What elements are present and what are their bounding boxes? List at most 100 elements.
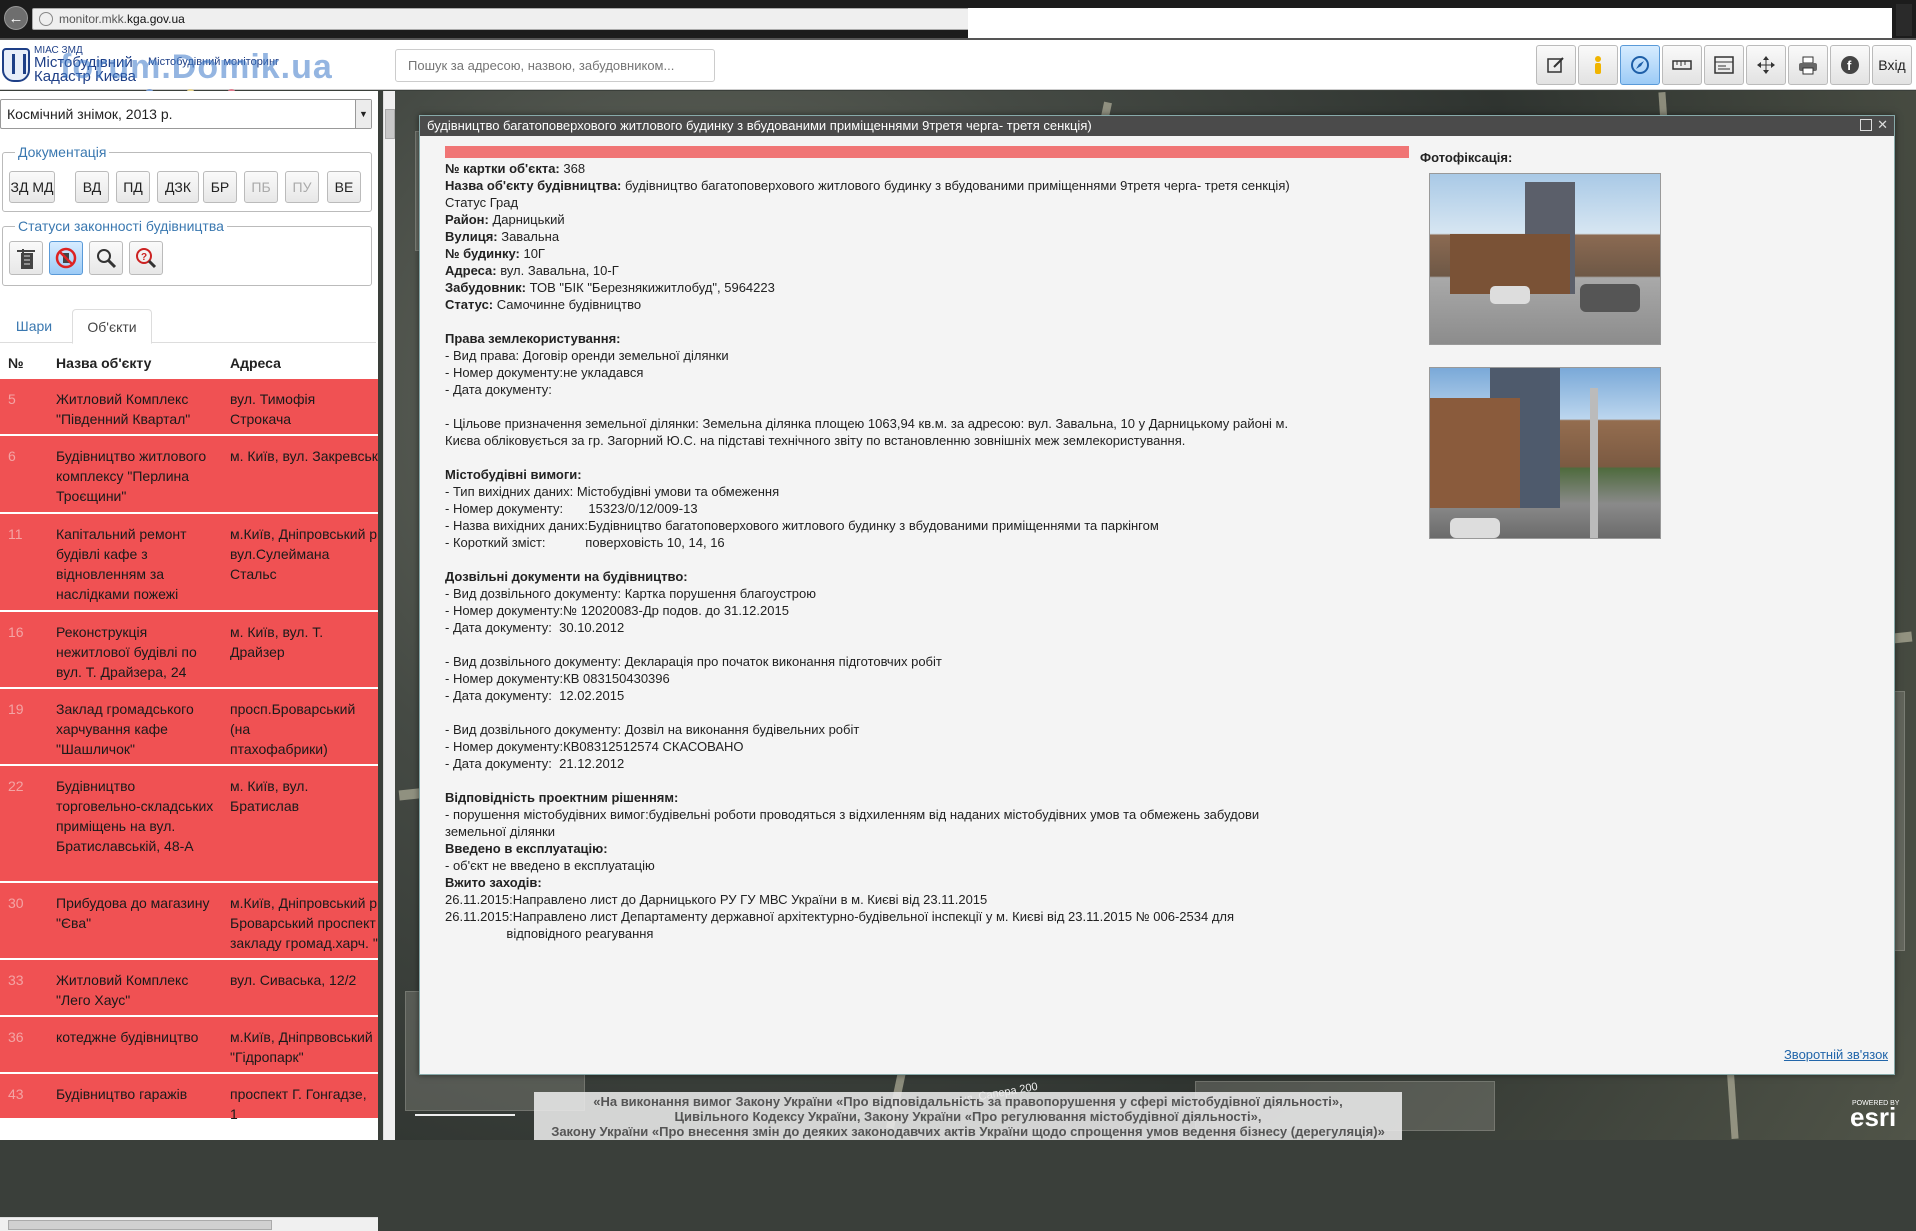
table-row[interactable]: 43 Будівництво гаражів проспект Г. Гонга…: [0, 1074, 378, 1119]
doc-button-pb[interactable]: ПБ: [244, 171, 278, 203]
detail-line: Дозвільні документи на будівництво:: [445, 568, 1435, 585]
row-name: Житловий Комплекс "Південний Квартал": [56, 391, 191, 427]
detail-value: - Вид права: Договір оренди земельної ді…: [445, 348, 729, 363]
detail-line: - об'єкт не введено в експлуатацію: [445, 857, 1435, 874]
edit-tool-button[interactable]: [1536, 45, 1576, 85]
detail-spacer: [445, 398, 1435, 415]
layers-tool-button[interactable]: [1704, 45, 1744, 85]
detail-value: - об'єкт не введено в експлуатацію: [445, 858, 655, 873]
edit-icon: [1547, 57, 1564, 73]
doc-button-br[interactable]: БР: [203, 171, 237, 203]
detail-line: Адреса: вул. Завальна, 10-Г: [445, 262, 1435, 279]
login-button[interactable]: Вхід: [1872, 45, 1912, 85]
panel-scroll-thumb[interactable]: [385, 109, 395, 139]
detail-value: - Номер документу:КВ 083150430396: [445, 671, 670, 686]
status-inspection-button[interactable]: [89, 241, 123, 275]
objects-table-header: № Назва об'єкту Адреса: [0, 347, 376, 379]
table-row[interactable]: 36 котеджне будівництво м.Київ, Дніпрвов…: [0, 1017, 378, 1073]
detail-line: - Дата документу: 21.12.2012: [445, 755, 1435, 772]
doc-button-pu[interactable]: ПУ: [285, 171, 319, 203]
detail-value: - порушення містобудівних вимог:будівель…: [445, 807, 1260, 822]
status-unknown-button[interactable]: ?: [129, 241, 163, 275]
detail-spacer: [445, 551, 1435, 568]
search-input[interactable]: [395, 49, 715, 82]
column-header-num[interactable]: №: [8, 355, 24, 371]
detail-line: - Вид дозвільного документу: Дозвіл на в…: [445, 721, 1435, 738]
move-icon: [1757, 56, 1775, 74]
column-header-name[interactable]: Назва об'єкту: [56, 355, 151, 371]
status-building-button[interactable]: [9, 241, 43, 275]
popup-title[interactable]: будівництво багатоповерхового житлового …: [420, 116, 1894, 136]
detail-label: Статус:: [445, 297, 494, 312]
detail-line: Статус Град: [445, 194, 1435, 211]
detail-label: Забудовник:: [445, 280, 527, 295]
detail-line: Введено в експлуатацію:: [445, 840, 1435, 857]
esri-logo: esri: [1850, 1102, 1897, 1132]
detail-line: Назва об'єкту будівництва: будівництво б…: [445, 177, 1435, 194]
back-icon[interactable]: ←: [4, 6, 28, 30]
restore-window-icon[interactable]: [1860, 119, 1872, 131]
horizontal-scroll-thumb[interactable]: [8, 1220, 272, 1230]
row-name: Заклад громадського харчування кафе "Шаш…: [56, 701, 194, 757]
dropdown-arrow-icon[interactable]: ▼: [355, 100, 371, 128]
measure-tool-button[interactable]: [1662, 45, 1702, 85]
detail-line: земельної ділянки: [445, 823, 1435, 840]
panel-scrollbar[interactable]: [383, 91, 395, 1140]
table-row[interactable]: 5 Житловий Комплекс "Південний Квартал" …: [0, 379, 378, 435]
documentation-title: Документація: [15, 144, 110, 160]
detail-line: - Номер документу:КВ08312512574 СКАСОВАН…: [445, 738, 1435, 755]
detail-value: Завальна: [497, 229, 560, 244]
row-address: м. Київ, вул. Т. Драйзер: [230, 624, 324, 660]
basemap-select[interactable]: Космічний знімок, 2013 р. ▼: [0, 99, 372, 129]
svg-text:f: f: [1847, 58, 1852, 73]
measure-icon: [1672, 60, 1692, 70]
table-row[interactable]: 16 Реконструкція нежитлової будівлі по в…: [0, 612, 378, 688]
facebook-button[interactable]: f: [1830, 45, 1870, 85]
tab-objects[interactable]: Об'єкти: [72, 309, 152, 344]
status-color-bar: [445, 146, 1409, 158]
detail-label: № картки об'єкта:: [445, 161, 560, 176]
detail-spacer: [445, 636, 1435, 653]
detail-value: - Вид дозвільного документу: Дозвіл на в…: [445, 722, 860, 737]
detail-line: Права землекористування:: [445, 330, 1435, 347]
doc-button-vd[interactable]: ВД: [75, 171, 109, 203]
table-row[interactable]: 22 Будівництво торговельно-складських пр…: [0, 766, 378, 882]
move-tool-button[interactable]: [1746, 45, 1786, 85]
close-icon[interactable]: ✕: [1877, 117, 1888, 133]
street-view-button[interactable]: [1578, 45, 1618, 85]
tab-layers[interactable]: Шари: [0, 309, 68, 343]
detail-value: вул. Завальна, 10-Г: [496, 263, 619, 278]
doc-button-dzk[interactable]: ДЗК: [157, 171, 199, 203]
basemap-value: Космічний знімок, 2013 р.: [7, 106, 173, 122]
detail-spacer: [445, 704, 1435, 721]
feedback-link[interactable]: Зворотній зв'язок: [1784, 1047, 1888, 1062]
table-row[interactable]: 11 Капітальний ремонт будівлі кафе з від…: [0, 514, 378, 611]
print-tool-button[interactable]: [1788, 45, 1828, 85]
doc-button-ve[interactable]: ВЕ: [327, 171, 361, 203]
detail-value: Києва обліковується за гр. Загорний Ю.С.…: [445, 433, 1186, 448]
address-bar[interactable]: monitor.mkk.kga.gov.ua: [32, 8, 972, 30]
table-row[interactable]: 33 Житловий Комплекс "Лего Хаус" вул. Си…: [0, 960, 378, 1016]
construction-photo[interactable]: [1429, 173, 1661, 345]
detail-value: - Номер документу:№ 12020083-Др подов. д…: [445, 603, 789, 618]
detail-value: 368: [559, 161, 586, 176]
popup-details: № картки об'єкта: 368 Назва об'єкту будів…: [445, 160, 1435, 942]
column-header-address[interactable]: Адреса: [230, 355, 281, 371]
horizontal-scrollbar[interactable]: [0, 1217, 378, 1231]
browser-scrollbar[interactable]: [1896, 4, 1912, 36]
table-row[interactable]: 30 Прибудова до магазину "Єва" м.Київ, Д…: [0, 883, 378, 959]
detail-value: земельної ділянки: [445, 824, 555, 839]
building-photo-graphic: [1430, 368, 1598, 538]
doc-button-pd[interactable]: ПД: [116, 171, 150, 203]
row-address: м. Київ, вул. Закревськ: [230, 448, 378, 464]
detail-label: Район:: [445, 212, 489, 227]
status-illegal-button[interactable]: [49, 241, 83, 275]
detail-line: Район: Дарницький: [445, 211, 1435, 228]
table-row[interactable]: 6 Будівництво житлового комплексу "Перли…: [0, 436, 378, 513]
construction-photo[interactable]: [1429, 367, 1661, 539]
doc-button-zd-md[interactable]: ЗД МД: [9, 171, 55, 203]
detail-line: - Тип вихідних даних: Містобудівні умови…: [445, 483, 1435, 500]
compass-tool-button[interactable]: [1620, 45, 1660, 85]
table-row[interactable]: 19 Заклад громадського харчування кафе "…: [0, 689, 378, 765]
detail-value: Дарницький: [488, 212, 565, 227]
